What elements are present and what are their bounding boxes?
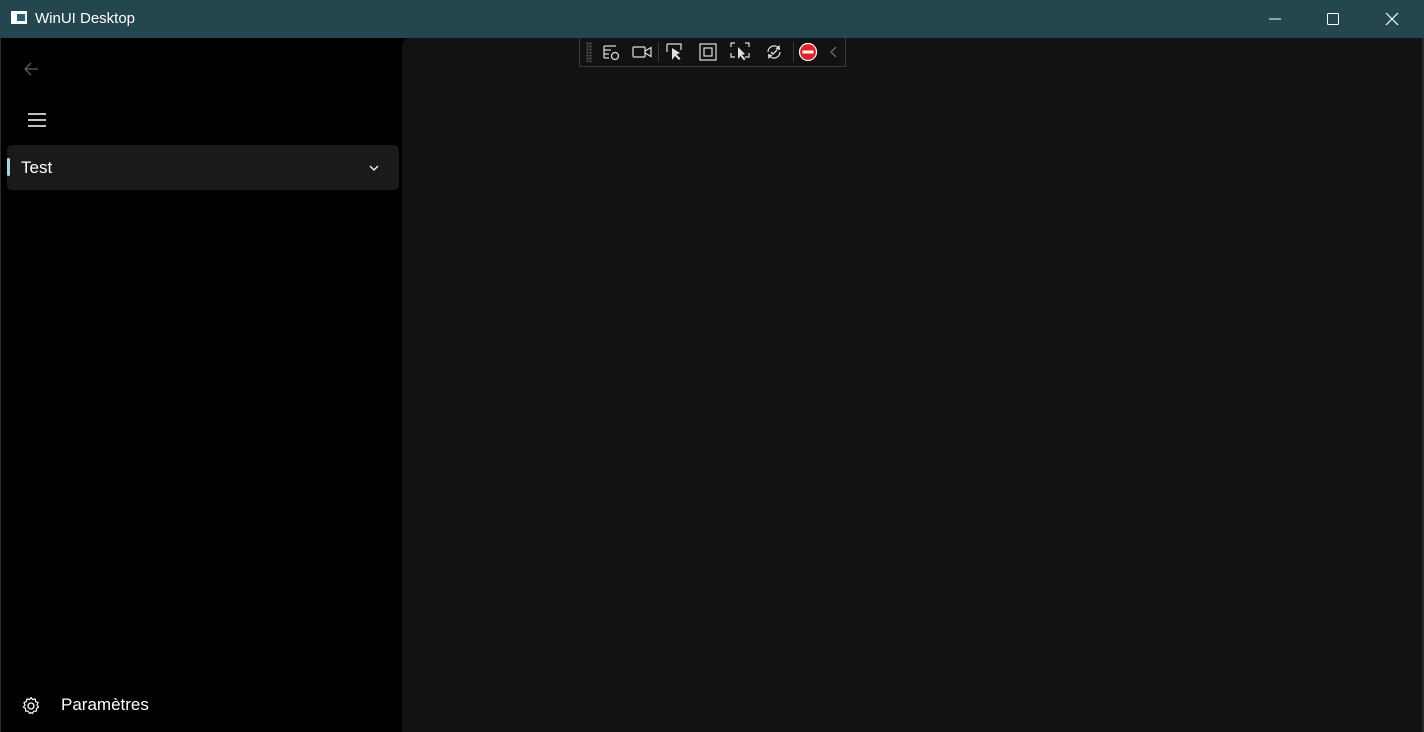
display-layout-adorners-icon bbox=[699, 43, 717, 61]
selection-indicator bbox=[7, 158, 10, 176]
nav-item-label: Test bbox=[21, 158, 53, 177]
pane-toggle-button[interactable] bbox=[15, 102, 57, 136]
navigation-pane: Test Paramètres bbox=[0, 38, 402, 732]
video-camera-icon bbox=[632, 46, 652, 58]
maximize-button[interactable] bbox=[1304, 0, 1362, 38]
hot-reload-button[interactable] bbox=[761, 41, 787, 63]
debug-toolbar bbox=[579, 38, 846, 67]
app-window-icon bbox=[11, 11, 27, 24]
display-layout-adorners-button[interactable] bbox=[695, 41, 721, 63]
hamburger-icon bbox=[28, 113, 46, 127]
stop-icon bbox=[798, 42, 818, 62]
live-visual-tree-button[interactable] bbox=[598, 41, 624, 63]
nav-item-test[interactable]: Test bbox=[7, 145, 399, 190]
title-bar[interactable]: WinUI Desktop bbox=[0, 0, 1424, 38]
chevron-down-icon[interactable] bbox=[367, 161, 381, 175]
gear-icon bbox=[22, 696, 40, 715]
close-button[interactable] bbox=[1363, 0, 1421, 38]
window-title: WinUI Desktop bbox=[35, 10, 136, 27]
app-window: WinUI Desktop Test Paramètres bbox=[0, 0, 1424, 732]
close-icon bbox=[1385, 12, 1399, 26]
back-button[interactable] bbox=[15, 54, 47, 84]
arrow-left-icon bbox=[24, 62, 38, 76]
collapse-chevron-icon bbox=[830, 46, 837, 58]
track-focus-icon bbox=[730, 42, 750, 61]
collapse-toolbar-button[interactable] bbox=[824, 41, 842, 63]
record-video-button[interactable] bbox=[628, 41, 654, 63]
minimize-icon bbox=[1269, 18, 1281, 20]
track-focus-button[interactable] bbox=[727, 41, 753, 63]
live-visual-tree-icon bbox=[603, 45, 620, 61]
select-element-button[interactable] bbox=[662, 41, 688, 63]
select-element-icon bbox=[666, 43, 682, 60]
settings-label: Paramètres bbox=[61, 695, 149, 714]
toolbar-grip[interactable] bbox=[586, 42, 592, 62]
maximize-icon bbox=[1327, 13, 1339, 25]
stop-button[interactable] bbox=[795, 41, 821, 63]
minimize-button[interactable] bbox=[1246, 0, 1304, 38]
hot-reload-icon bbox=[767, 45, 781, 59]
content-frame bbox=[402, 38, 1422, 732]
nav-item-settings[interactable]: Paramètres bbox=[7, 683, 399, 727]
